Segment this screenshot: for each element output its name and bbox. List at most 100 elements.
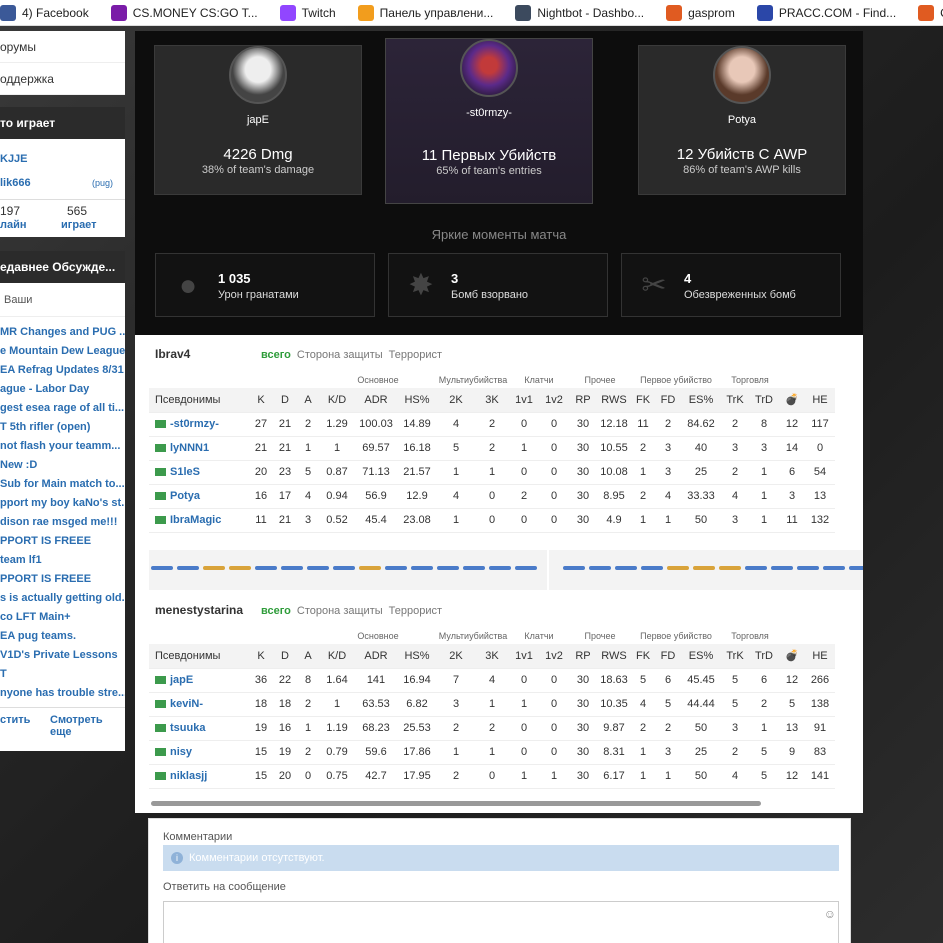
round-marker[interactable] xyxy=(719,566,741,570)
round-marker[interactable] xyxy=(589,566,611,570)
round-marker[interactable] xyxy=(745,566,767,570)
round-marker[interactable] xyxy=(437,566,459,570)
column-header[interactable]: RP xyxy=(569,388,597,413)
column-header[interactable]: 3K xyxy=(475,388,509,413)
side-tab[interactable]: Сторона защиты xyxy=(297,349,383,361)
round-marker[interactable] xyxy=(333,566,355,570)
column-header[interactable]: D xyxy=(273,388,297,413)
see-more-link[interactable]: Смотреть еще xyxy=(50,714,110,738)
player-link[interactable]: KJJE xyxy=(0,147,125,171)
column-header[interactable]: TrD xyxy=(749,388,779,413)
thread-link[interactable]: EA pug teams. xyxy=(0,627,125,646)
round-marker[interactable] xyxy=(385,566,407,570)
player-name-cell[interactable]: IbraMagic xyxy=(149,508,249,533)
column-header[interactable]: K/D xyxy=(319,644,355,669)
side-tab[interactable]: Сторона защиты xyxy=(297,605,383,617)
thread-link[interactable]: ague - Labor Day xyxy=(0,380,125,399)
avatar[interactable] xyxy=(229,46,287,104)
round-marker[interactable] xyxy=(307,566,329,570)
post-link[interactable]: стить xyxy=(0,714,30,726)
column-header[interactable]: 1v1 xyxy=(509,388,539,413)
column-header[interactable]: FK xyxy=(631,644,655,669)
tab-yours[interactable]: Ваши xyxy=(0,289,125,317)
round-marker[interactable] xyxy=(229,566,251,570)
sidebar-link-support[interactable]: оддержка xyxy=(0,63,125,95)
bookmark-item[interactable]: CS:GO Hom xyxy=(918,4,943,21)
player-name-cell[interactable]: nisy xyxy=(149,740,249,765)
side-tab[interactable]: Террорист xyxy=(389,605,442,617)
column-header[interactable]: D xyxy=(273,644,297,669)
round-marker[interactable] xyxy=(177,566,199,570)
column-header[interactable]: 💣 xyxy=(779,644,805,669)
sidebar-link-forums[interactable]: орумы xyxy=(0,31,125,63)
bookmark-item[interactable]: 4) Facebook xyxy=(0,4,89,21)
playing-label[interactable]: играет xyxy=(61,219,97,231)
thread-link[interactable]: s is actually getting old. xyxy=(0,589,125,608)
player-name-cell[interactable]: Potya xyxy=(149,484,249,509)
player-link[interactable]: lik666 (pug) xyxy=(0,171,125,195)
column-header[interactable]: RWS xyxy=(597,644,631,669)
round-marker[interactable] xyxy=(667,566,689,570)
round-marker[interactable] xyxy=(411,566,433,570)
round-marker[interactable] xyxy=(693,566,715,570)
column-header[interactable]: HE xyxy=(805,388,835,413)
round-marker[interactable] xyxy=(615,566,637,570)
column-header[interactable]: HS% xyxy=(397,388,437,413)
online-label[interactable]: лайн xyxy=(0,219,27,231)
player-name-cell[interactable]: niklasjj xyxy=(149,764,249,789)
card-player[interactable]: Potya xyxy=(639,114,845,126)
round-marker[interactable] xyxy=(255,566,277,570)
bookmark-item[interactable]: CS.MONEY CS:GO T... xyxy=(110,4,258,21)
bookmark-item[interactable]: PRACC.COM - Find... xyxy=(756,4,896,21)
player-name-cell[interactable]: -st0rmzy- xyxy=(149,412,249,437)
thread-link[interactable]: dison rae msged me!!! xyxy=(0,513,125,532)
thread-link[interactable]: V1D's Private Lessons xyxy=(0,646,125,665)
round-marker[interactable] xyxy=(563,566,585,570)
column-header[interactable]: ADR xyxy=(355,388,397,413)
round-marker[interactable] xyxy=(771,566,793,570)
column-header[interactable]: ADR xyxy=(355,644,397,669)
column-header[interactable]: FD xyxy=(655,388,681,413)
player-name-cell[interactable]: japE xyxy=(149,668,249,693)
round-marker[interactable] xyxy=(849,566,863,570)
round-marker[interactable] xyxy=(797,566,819,570)
column-header[interactable]: 1v2 xyxy=(539,388,569,413)
column-header[interactable]: 2K xyxy=(437,388,475,413)
round-marker[interactable] xyxy=(359,566,381,570)
round-marker[interactable] xyxy=(489,566,511,570)
column-header[interactable]: FK xyxy=(631,388,655,413)
column-header[interactable]: A xyxy=(297,388,319,413)
thread-link[interactable]: T 5th rifler (open) xyxy=(0,418,125,437)
thread-link[interactable]: MR Changes and PUG ... xyxy=(0,323,125,342)
bookmark-item[interactable]: Nightbot - Dashbo... xyxy=(515,4,644,21)
column-header[interactable]: A xyxy=(297,644,319,669)
thread-link[interactable]: co LFT Main+ xyxy=(0,608,125,627)
thread-link[interactable]: Sub for Main match to... xyxy=(0,475,125,494)
thread-link[interactable]: team lf1 xyxy=(0,551,125,570)
column-header[interactable]: 2K xyxy=(437,644,475,669)
column-header[interactable]: K xyxy=(249,388,273,413)
round-marker[interactable] xyxy=(203,566,225,570)
column-header[interactable]: RP xyxy=(569,644,597,669)
thread-link[interactable]: e Mountain Dew League... xyxy=(0,342,125,361)
thread-link[interactable]: not flash your teamm... xyxy=(0,437,125,456)
column-header[interactable]: RWS xyxy=(597,388,631,413)
column-header[interactable]: FD xyxy=(655,644,681,669)
column-header[interactable]: TrK xyxy=(721,388,749,413)
player-name-cell[interactable]: lyNNN1 xyxy=(149,436,249,461)
thread-link[interactable]: pport my boy kaNo's st... xyxy=(0,494,125,513)
thread-link[interactable]: PPORT IS FREEE xyxy=(0,570,125,589)
column-header[interactable]: K/D xyxy=(319,388,355,413)
round-marker[interactable] xyxy=(641,566,663,570)
card-player[interactable]: -st0rmzy- xyxy=(386,107,592,119)
side-tab[interactable]: всего xyxy=(261,605,291,617)
side-tab[interactable]: Террорист xyxy=(389,349,442,361)
thread-link[interactable]: gest esea rage of all ti... xyxy=(0,399,125,418)
reply-textarea[interactable] xyxy=(163,901,839,943)
column-header[interactable]: TrK xyxy=(721,644,749,669)
player-name-cell[interactable]: tsuuka xyxy=(149,716,249,741)
avatar[interactable] xyxy=(713,46,771,104)
column-header[interactable]: HS% xyxy=(397,644,437,669)
column-header[interactable]: TrD xyxy=(749,644,779,669)
thread-link[interactable]: T xyxy=(0,665,125,684)
